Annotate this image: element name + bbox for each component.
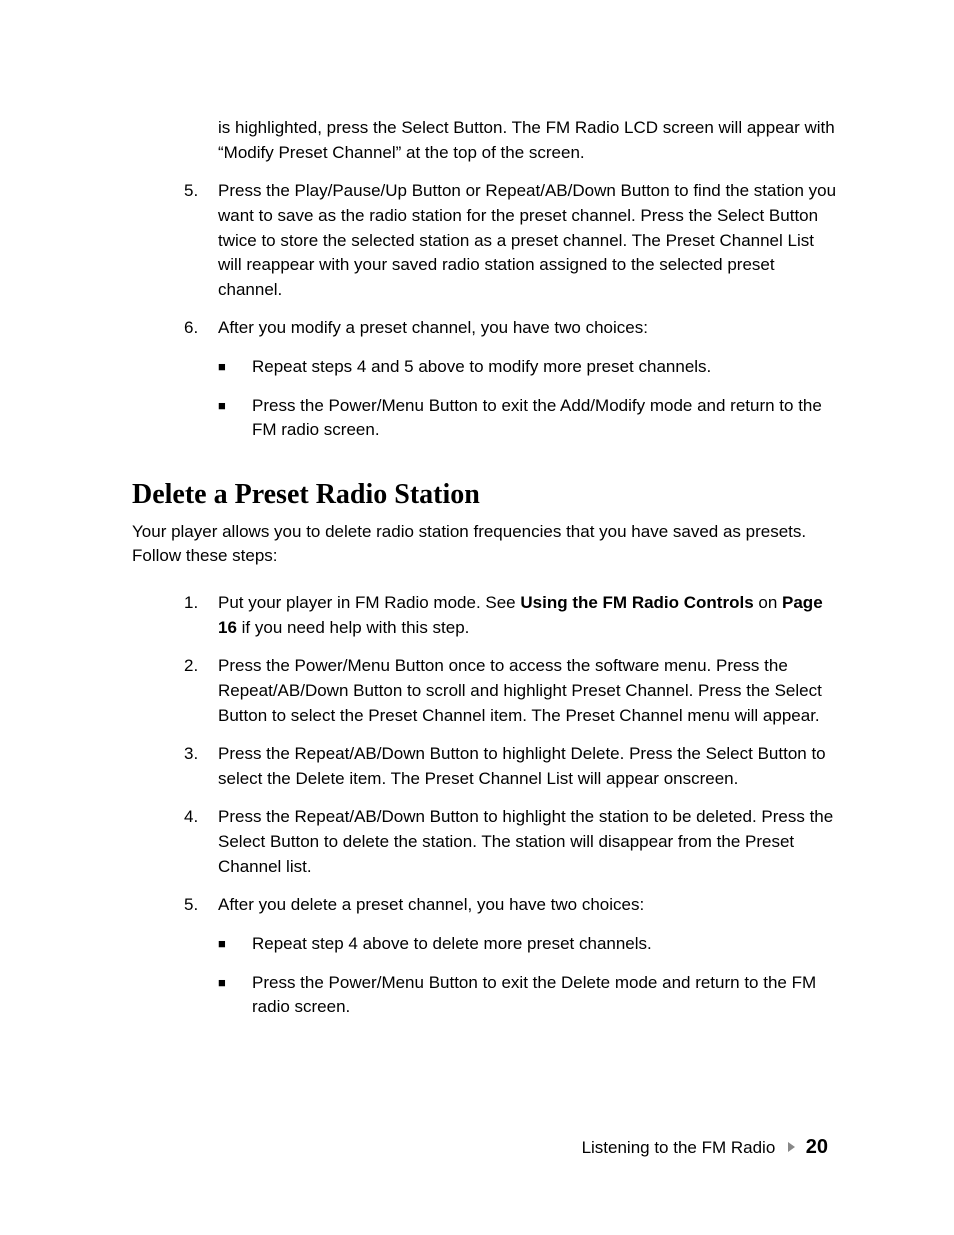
list-text: Press the Play/Pause/Up Button or Repeat… [218,179,842,302]
list-number: 6. [184,316,218,341]
list-number: 3. [184,742,218,791]
page-footer: Listening to the FM Radio 20 [0,1136,954,1159]
delete-step-3: 3. Press the Repeat/AB/Down Button to hi… [184,742,842,791]
section-heading-delete-preset: Delete a Preset Radio Station [132,475,842,516]
modify-step-6: 6. After you modify a preset channel, yo… [184,316,842,341]
list-number: 4. [184,805,218,879]
modify-step-6-bullet-1: ■ Repeat steps 4 and 5 above to modify m… [218,355,842,380]
delete-step-5-bullet-1: ■ Repeat step 4 above to delete more pre… [218,932,842,957]
delete-step-5-bullet-2: ■ Press the Power/Menu Button to exit th… [218,971,842,1020]
section-intro: Your player allows you to delete radio s… [132,520,842,569]
text-run: if you need help with this step. [237,618,469,637]
list-number: 5. [184,179,218,302]
delete-step-4: 4. Press the Repeat/AB/Down Button to hi… [184,805,842,879]
page-number: 20 [806,1136,828,1158]
delete-step-2: 2. Press the Power/Menu Button once to a… [184,654,842,728]
page-content: is highlighted, press the Select Button.… [0,0,954,1020]
list-text: Press the Repeat/AB/Down Button to highl… [218,805,842,879]
list-text: Press the Power/Menu Button to exit the … [252,971,842,1020]
prev-item-continuation: is highlighted, press the Select Button.… [218,116,842,165]
delete-step-1: 1. Put your player in FM Radio mode. See… [184,591,842,640]
list-text: Press the Repeat/AB/Down Button to highl… [218,742,842,791]
list-text: After you delete a preset channel, you h… [218,893,842,918]
square-bullet-icon: ■ [218,971,252,1020]
modify-step-5: 5. Press the Play/Pause/Up Button or Rep… [184,179,842,302]
list-number: 1. [184,591,218,640]
list-number: 2. [184,654,218,728]
square-bullet-icon: ■ [218,394,252,443]
modify-step-6-bullet-2: ■ Press the Power/Menu Button to exit th… [218,394,842,443]
arrow-right-icon [788,1142,795,1152]
list-number: 5. [184,893,218,918]
list-text: Press the Power/Menu Button once to acce… [218,654,842,728]
list-text: Put your player in FM Radio mode. See Us… [218,591,842,640]
text-run: Put your player in FM Radio mode. See [218,593,520,612]
list-text: Press the Power/Menu Button to exit the … [252,394,842,443]
delete-step-5: 5. After you delete a preset channel, yo… [184,893,842,918]
square-bullet-icon: ■ [218,355,252,380]
footer-section-name: Listening to the FM Radio [582,1138,776,1157]
list-text: Repeat step 4 above to delete more prese… [252,932,842,957]
list-text: After you modify a preset channel, you h… [218,316,842,341]
list-text: Repeat steps 4 and 5 above to modify mor… [252,355,842,380]
text-run: on [754,593,782,612]
xref-fm-radio-controls: Using the FM Radio Controls [520,593,753,612]
square-bullet-icon: ■ [218,932,252,957]
